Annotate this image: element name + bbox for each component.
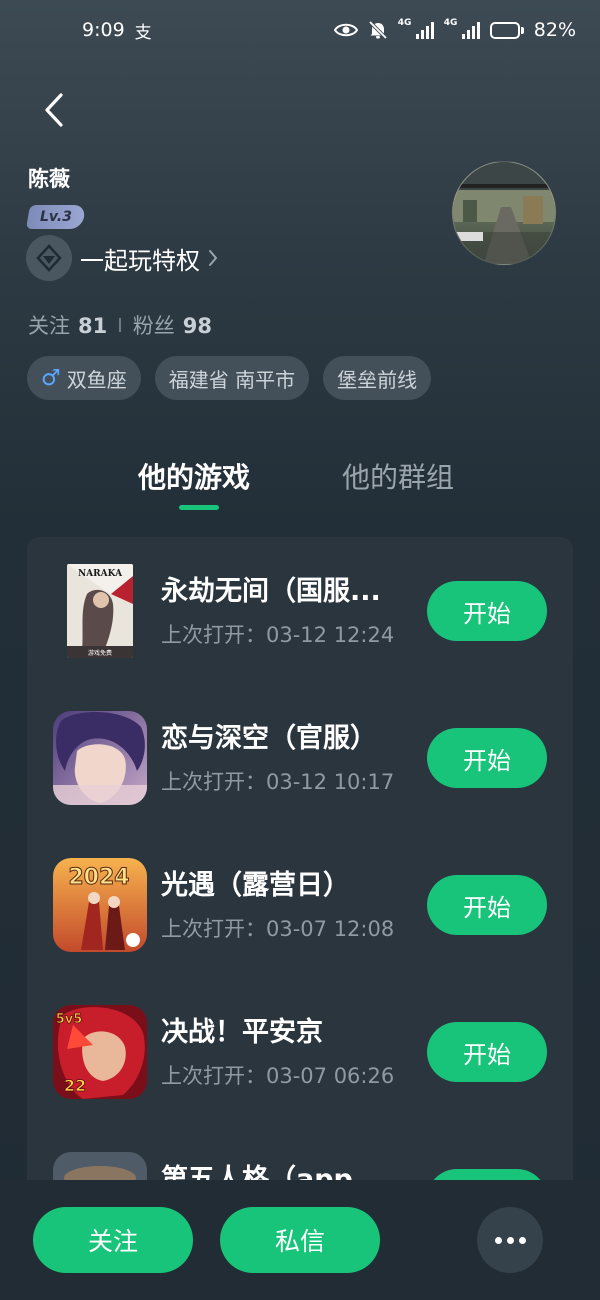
eye-icon: [333, 23, 358, 37]
start-game-button[interactable]: 开始: [427, 581, 547, 641]
start-game-button[interactable]: 开始: [427, 875, 547, 935]
game-last-opened: 上次打开：03-07 06:26: [161, 1064, 395, 1088]
game-title: 恋与深空（官服）: [161, 723, 377, 754]
svg-text:NARAKA: NARAKA: [78, 569, 123, 579]
male-icon: ♂: [41, 365, 61, 391]
chevron-left-icon: [45, 93, 63, 127]
game-last-opened: 上次打开：03-12 12:24: [161, 623, 395, 647]
list-item[interactable]: 5v5 22 决战！平安京 上次打开：03-07 06:26 开始: [27, 1004, 573, 1100]
diamond-icon: [26, 235, 72, 281]
tag-game: 堡垒前线: [323, 356, 432, 400]
follow-stats: 关注 81 粉丝 98: [28, 310, 212, 340]
game-title: 决战！平安京: [161, 1017, 323, 1048]
svg-text:22: 22: [64, 1076, 86, 1095]
start-game-button[interactable]: 开始: [427, 728, 547, 788]
tag-zodiac: ♂ 双鱼座: [27, 356, 141, 400]
following-stat[interactable]: 关注 81: [28, 310, 107, 340]
tab-active-indicator: [179, 505, 219, 510]
back-button[interactable]: [32, 88, 76, 132]
battery-icon: [489, 21, 524, 39]
status-time: 9:09: [82, 19, 125, 41]
more-dots-icon: [494, 1236, 502, 1244]
privilege-link[interactable]: 一起玩特权: [26, 235, 218, 281]
tab-groups[interactable]: 他的群组: [342, 456, 454, 496]
level-badge: Lv.3: [25, 205, 87, 229]
list-item[interactable]: 2024 光遇（露营日） 上次打开：03-07 12:08 开始: [27, 857, 573, 953]
message-button[interactable]: 私信: [220, 1207, 380, 1273]
game-title: 光遇（露营日）: [161, 870, 350, 901]
naraka-game-icon: NARAKA 游戏免费: [67, 564, 133, 658]
games-list: NARAKA 游戏免费 永劫无间（国服... 上次打开：03-12 12:24 …: [27, 537, 573, 1237]
tab-games[interactable]: 他的游戏: [138, 456, 250, 496]
stat-divider: [119, 318, 121, 332]
svg-text:游戏免费: 游戏免费: [88, 649, 112, 657]
signal-icon-1: 4G: [398, 19, 434, 39]
signal-icon-2: 4G: [444, 19, 480, 39]
onmyoji-arena-game-icon: 5v5 22: [53, 1005, 147, 1099]
alipay-notification-icon: 支: [134, 22, 152, 43]
list-item[interactable]: 恋与深空（官服） 上次打开：03-12 10:17 开始: [27, 710, 573, 806]
start-game-button[interactable]: 开始: [427, 1022, 547, 1082]
avatar[interactable]: [452, 161, 556, 265]
status-bar: 9:09 支 4G 4G 82%: [0, 0, 600, 60]
battery-percent: 82%: [533, 19, 576, 41]
bottom-action-bar: 关注 私信: [0, 1180, 600, 1300]
profile-tags: ♂ 双鱼座 福建省 南平市 堡垒前线: [27, 356, 432, 400]
user-name: 陈薇: [28, 167, 70, 191]
list-item[interactable]: NARAKA 游戏免费 永劫无间（国服... 上次打开：03-12 12:24 …: [27, 563, 573, 659]
profile-page: 9:09 支 4G 4G 82% 陈薇 Lv.3 一起玩特权 关注 81 粉丝 …: [0, 0, 600, 1300]
chevron-right-icon: [209, 250, 218, 266]
sky-game-icon: 2024: [53, 858, 147, 952]
privilege-label: 一起玩特权: [80, 246, 200, 275]
love-deepspace-game-icon: [53, 711, 147, 805]
profile-tabs: 他的游戏 他的群组: [0, 452, 600, 516]
game-last-opened: 上次打开：03-07 12:08: [161, 917, 395, 941]
tag-location: 福建省 南平市: [154, 356, 310, 400]
game-last-opened: 上次打开：03-12 10:17: [161, 770, 395, 794]
more-options-button[interactable]: [477, 1207, 543, 1273]
follow-button[interactable]: 关注: [33, 1207, 193, 1273]
bell-muted-icon: [368, 20, 388, 40]
svg-text:2024: 2024: [68, 865, 129, 890]
fans-stat[interactable]: 粉丝 98: [133, 310, 212, 340]
svg-text:5v5: 5v5: [56, 1012, 83, 1027]
game-title: 永劫无间（国服...: [161, 576, 381, 607]
